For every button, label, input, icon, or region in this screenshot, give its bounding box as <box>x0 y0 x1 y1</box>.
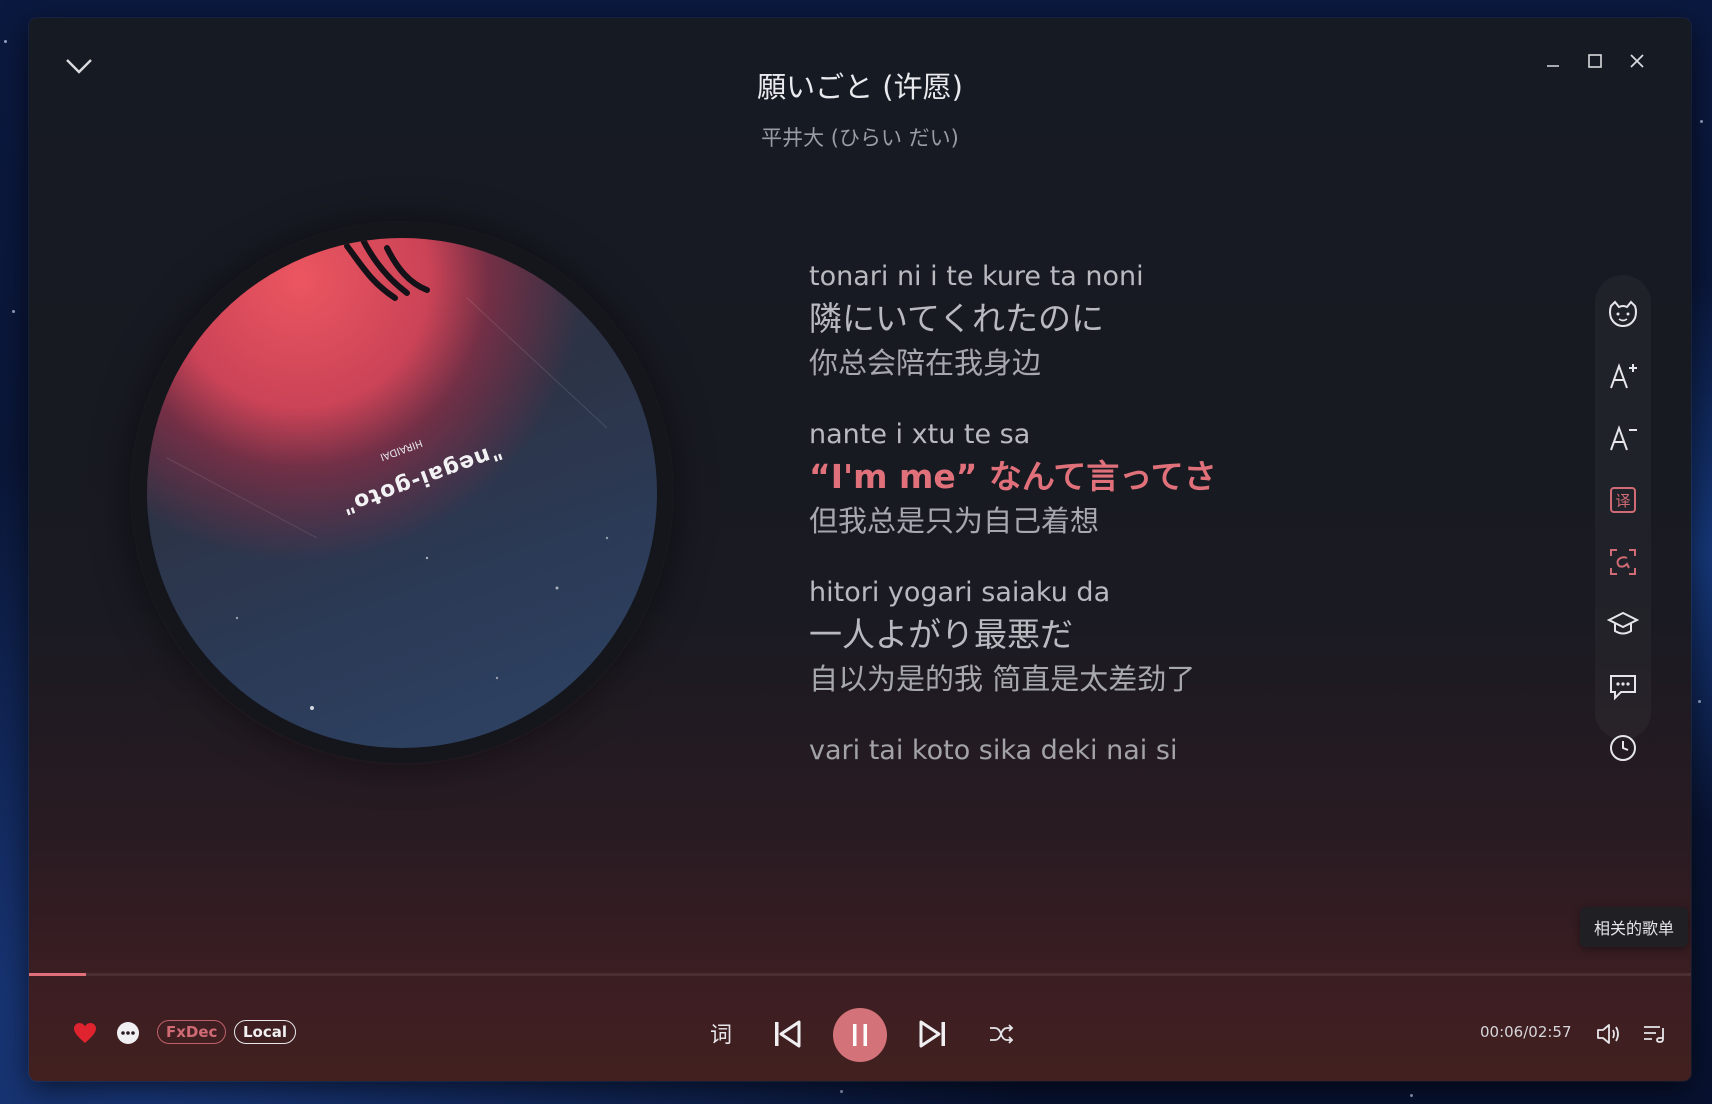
progress-fill <box>29 973 86 976</box>
lyric-romaji: hitori yogari saiaku da <box>809 577 1111 608</box>
lyric-romaji: nante i xtu te sa <box>809 419 1031 450</box>
shuffle-icon[interactable] <box>982 1015 1020 1053</box>
album-disc: "negai-goto" HIRAIDAI <box>132 223 672 763</box>
song-artist[interactable]: 平井大 (ひらい だい) <box>29 122 1691 152</box>
desktop-star <box>4 40 7 43</box>
playlist-queue-icon[interactable] <box>1636 1015 1674 1053</box>
lyric-line[interactable]: vari tai koto sika deki nai si <box>809 732 1509 770</box>
comments-icon[interactable] <box>1599 662 1647 710</box>
lyric-romaji: tonari ni i te kure ta noni <box>809 261 1144 292</box>
related-playlists-tooltip: 相关的歌单 <box>1580 907 1689 947</box>
lyric-translation: 但我总是只为自己着想 <box>809 504 1100 538</box>
fxdec-tag[interactable]: FxDec <box>157 1020 227 1044</box>
playback-time: 00:06/02:57 <box>1480 1023 1572 1041</box>
previous-track-icon[interactable] <box>766 1013 808 1055</box>
desktop-star <box>1698 700 1701 703</box>
more-options-icon[interactable] <box>111 1016 145 1050</box>
pause-button[interactable] <box>833 1008 887 1062</box>
font-decrease-icon[interactable] <box>1599 414 1647 462</box>
lyrics-toggle-button[interactable]: 词 <box>701 1015 741 1051</box>
lyric-japanese: “I'm me” なんて言ってさ <box>809 457 1217 496</box>
playback-controls: FxDec Local 词 00:06/02:57 <box>29 1008 1691 1062</box>
history-clock-icon[interactable] <box>1599 724 1647 772</box>
music-player-window: 願いごと (许愿) 平井大 (ひらい だい) "negai-goto" HIRA… <box>29 18 1691 1081</box>
heart-icon[interactable] <box>68 1016 102 1050</box>
pause-icon <box>853 1024 867 1046</box>
lyric-line[interactable]: tonari ni i te kure ta noni 隣にいてくれたのに 你总… <box>809 258 1509 384</box>
lyric-translation: 你总会陪在我身边 <box>809 346 1042 380</box>
desktop-star <box>1700 120 1703 123</box>
song-title: 願いごと (许愿) <box>757 70 963 104</box>
romaji-icon[interactable] <box>1599 538 1647 586</box>
volume-icon[interactable] <box>1590 1015 1628 1053</box>
next-track-icon[interactable] <box>912 1013 954 1055</box>
lyric-translation: 自以为是的我 简直是太差劲了 <box>809 662 1196 696</box>
font-increase-icon[interactable] <box>1599 352 1647 400</box>
lyric-japanese: 隣にいてくれたのに <box>809 299 1105 338</box>
album-cover: "negai-goto" HIRAIDAI <box>147 238 657 748</box>
translate-label: 译 <box>1615 492 1630 510</box>
desktop-star <box>840 1090 843 1093</box>
translate-icon[interactable]: 译 <box>1599 476 1647 524</box>
cat-face-icon[interactable] <box>1599 290 1647 338</box>
lyric-line-active[interactable]: nante i xtu te sa “I'm me” なんて言ってさ 但我总是只… <box>809 416 1509 542</box>
lyrics-panel[interactable]: tonari ni i te kure ta noni 隣にいてくれたのに 你总… <box>809 258 1509 824</box>
desktop-star <box>12 310 15 313</box>
lyric-japanese: 一人よがり最悪だ <box>809 615 1073 654</box>
desktop-star <box>1410 1094 1413 1097</box>
learn-cap-icon[interactable] <box>1599 600 1647 648</box>
progress-bar[interactable] <box>29 973 1691 976</box>
local-tag[interactable]: Local <box>234 1020 297 1044</box>
lyric-line[interactable]: hitori yogari saiaku da 一人よがり最悪だ 自以为是的我 … <box>809 574 1509 700</box>
lyric-romaji: vari tai koto sika deki nai si <box>809 735 1178 766</box>
